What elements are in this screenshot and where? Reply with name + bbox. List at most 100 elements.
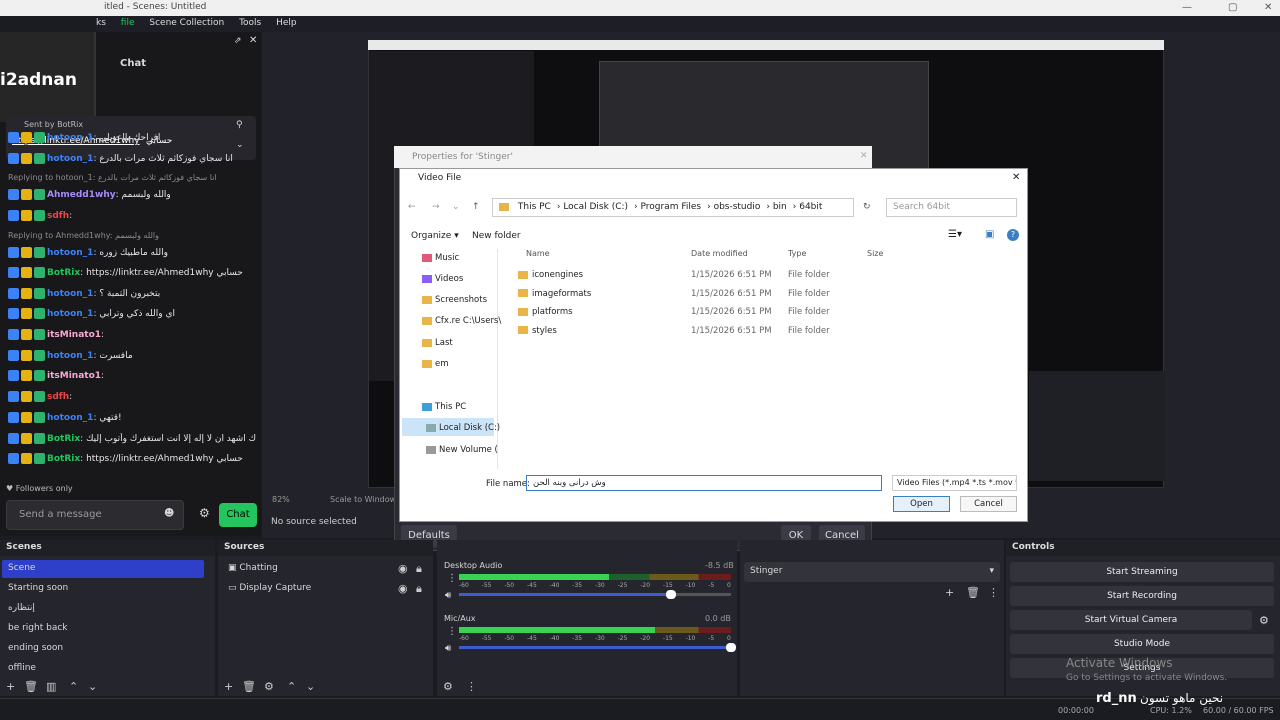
file-name-input[interactable]: وش درانى وبنه الحن [526, 475, 882, 491]
help-icon[interactable]: ? [1007, 229, 1019, 241]
chat-username[interactable]: hotoon_1 [47, 133, 93, 143]
column-name[interactable]: Name [526, 249, 550, 258]
chat-message-input[interactable]: Send a message [6, 500, 184, 530]
nav-item-new-volume[interactable]: New Volume ( [426, 445, 498, 455]
speaker-icon[interactable]: 🔊︎ [445, 643, 451, 654]
breadcrumb[interactable]: bin [773, 202, 787, 212]
file-type-select[interactable]: Video Files (*.mp4 *.ts *.mov *. [892, 475, 1017, 491]
breadcrumb[interactable]: Program Files [641, 202, 702, 212]
back-icon[interactable]: ← [408, 202, 416, 212]
chat-username[interactable]: hotoon_1 [47, 413, 93, 423]
trash-icon[interactable]: 🗑︎ [966, 586, 980, 599]
transition-select[interactable]: Stinger ▾ [744, 562, 1000, 582]
move-down-icon[interactable]: ⌄ [88, 680, 97, 693]
start-recording-button[interactable]: Start Recording [1010, 586, 1274, 606]
recent-chevron-icon[interactable]: ⌄ [452, 202, 460, 212]
lock-icon[interactable]: 🔒︎ [416, 582, 422, 596]
scene-item[interactable]: Starting soon [2, 580, 204, 598]
volume-slider[interactable] [459, 643, 736, 652]
eye-icon[interactable]: ◉ [398, 582, 408, 595]
scene-item[interactable]: إنتظاره [2, 600, 204, 618]
more-icon[interactable]: ⋮ [988, 586, 999, 599]
zoom-level[interactable]: 82% [272, 495, 290, 504]
lock-icon[interactable]: 🔒︎ [416, 562, 422, 576]
column-type[interactable]: Type [788, 249, 806, 258]
file-row[interactable]: imageformats 1/15/2026 6:51 PM File folder [518, 286, 1018, 304]
chat-username[interactable]: BotRix [47, 454, 80, 464]
menu-item-help[interactable]: Help [276, 18, 297, 28]
gear-icon[interactable]: ⚙ [199, 506, 210, 520]
nav-item-em[interactable]: em [422, 359, 449, 369]
chat-username[interactable]: itsMinato1 [47, 330, 101, 340]
up-icon[interactable]: ↑ [472, 202, 480, 212]
menu-item-scene-collection[interactable]: Scene Collection [149, 18, 224, 28]
breadcrumb[interactable]: 64bit [799, 202, 822, 212]
speaker-icon[interactable]: 🔊︎ [445, 590, 451, 601]
maximize-icon[interactable]: ▢ [1228, 2, 1237, 13]
close-chat-icon[interactable]: ✕ [249, 35, 257, 46]
menu-item-tools[interactable]: Tools [239, 18, 261, 28]
add-icon[interactable]: + [224, 680, 233, 693]
address-bar[interactable]: This PC › Local Disk (C:) › Program Files ›… [492, 198, 854, 217]
view-icon[interactable]: ☰▾ [948, 229, 962, 240]
volume-slider[interactable] [459, 590, 731, 599]
scene-item[interactable]: be right back [2, 620, 204, 638]
nav-item-this-pc[interactable]: This PC [422, 402, 466, 412]
move-up-icon[interactable]: ⌃ [287, 680, 296, 693]
chat-username[interactable]: sdfh [47, 211, 69, 221]
filter-icon[interactable]: ▥ [46, 680, 56, 693]
close-icon[interactable]: ✕ [860, 151, 868, 161]
search-input[interactable]: Search 64bit [886, 198, 1017, 217]
breadcrumb[interactable]: Local Disk (C:) [563, 202, 628, 212]
studio-mode-button[interactable]: Studio Mode [1010, 634, 1274, 654]
gear-icon[interactable]: ⚙ [1259, 614, 1269, 627]
preview-pane-icon[interactable]: ▣ [985, 229, 994, 240]
organize-menu[interactable]: Organize ▾ [411, 231, 459, 241]
minimize-icon[interactable]: — [1182, 2, 1192, 13]
emote-icon[interactable]: ☻ [164, 508, 174, 519]
chat-username[interactable]: BotRix [47, 434, 80, 444]
column-size[interactable]: Size [867, 249, 883, 258]
cancel-button[interactable]: Cancel [960, 496, 1017, 512]
new-folder-button[interactable]: New folder [472, 231, 521, 241]
pin-icon[interactable]: ⚲ [236, 120, 243, 130]
scene-item[interactable]: Scene [2, 560, 204, 578]
chat-username[interactable]: hotoon_1 [47, 289, 93, 299]
add-icon[interactable]: + [6, 680, 15, 693]
forward-icon[interactable]: → [432, 202, 440, 212]
nav-item-music[interactable]: Music [422, 253, 459, 263]
eye-icon[interactable]: ◉ [398, 562, 408, 575]
breadcrumb[interactable]: This PC [518, 202, 551, 212]
column-date[interactable]: Date modified [691, 249, 748, 258]
more-icon[interactable]: ⋮ [466, 680, 477, 693]
chat-username[interactable]: itsMinato1 [47, 371, 101, 381]
chat-send-button[interactable]: Chat [219, 503, 257, 527]
source-item[interactable]: ▭ Display Capture [222, 580, 424, 598]
chat-username[interactable]: hotoon_1 [47, 309, 93, 319]
scale-mode[interactable]: Scale to Window [330, 495, 396, 504]
chat-username[interactable]: sdfh [47, 392, 69, 402]
nav-item-cfx[interactable]: Cfx.re C:\Users\ [422, 316, 501, 326]
close-icon[interactable]: ✕ [1264, 2, 1272, 13]
gear-icon[interactable]: ⚙ [264, 680, 274, 693]
file-row[interactable]: styles 1/15/2026 6:51 PM File folder [518, 323, 1018, 341]
source-item[interactable]: ▣ Chatting [222, 560, 424, 578]
more-icon[interactable]: ⋮ [447, 573, 457, 584]
popout-icon[interactable]: ⇗ [234, 36, 242, 46]
chat-username[interactable]: BotRix [47, 268, 80, 278]
more-icon[interactable]: ⋮ [447, 626, 457, 637]
refresh-icon[interactable]: ↻ [863, 202, 871, 212]
open-button[interactable]: Open [893, 496, 950, 512]
breadcrumb[interactable]: obs-studio [714, 202, 761, 212]
file-row[interactable]: iconengines 1/15/2026 6:51 PM File folder [518, 267, 1018, 285]
move-up-icon[interactable]: ⌃ [69, 680, 78, 693]
move-down-icon[interactable]: ⌄ [306, 680, 315, 693]
chat-username[interactable]: hotoon_1 [47, 351, 93, 361]
start-streaming-button[interactable]: Start Streaming [1010, 562, 1274, 582]
chat-username[interactable]: hotoon_1 [47, 154, 93, 164]
settings-icon[interactable]: ⚙ [443, 680, 453, 693]
trash-icon[interactable]: 🗑︎ [24, 680, 38, 693]
add-icon[interactable]: + [945, 586, 954, 599]
menu-item[interactable]: ks [96, 18, 106, 28]
scene-item[interactable]: offline [2, 660, 204, 678]
